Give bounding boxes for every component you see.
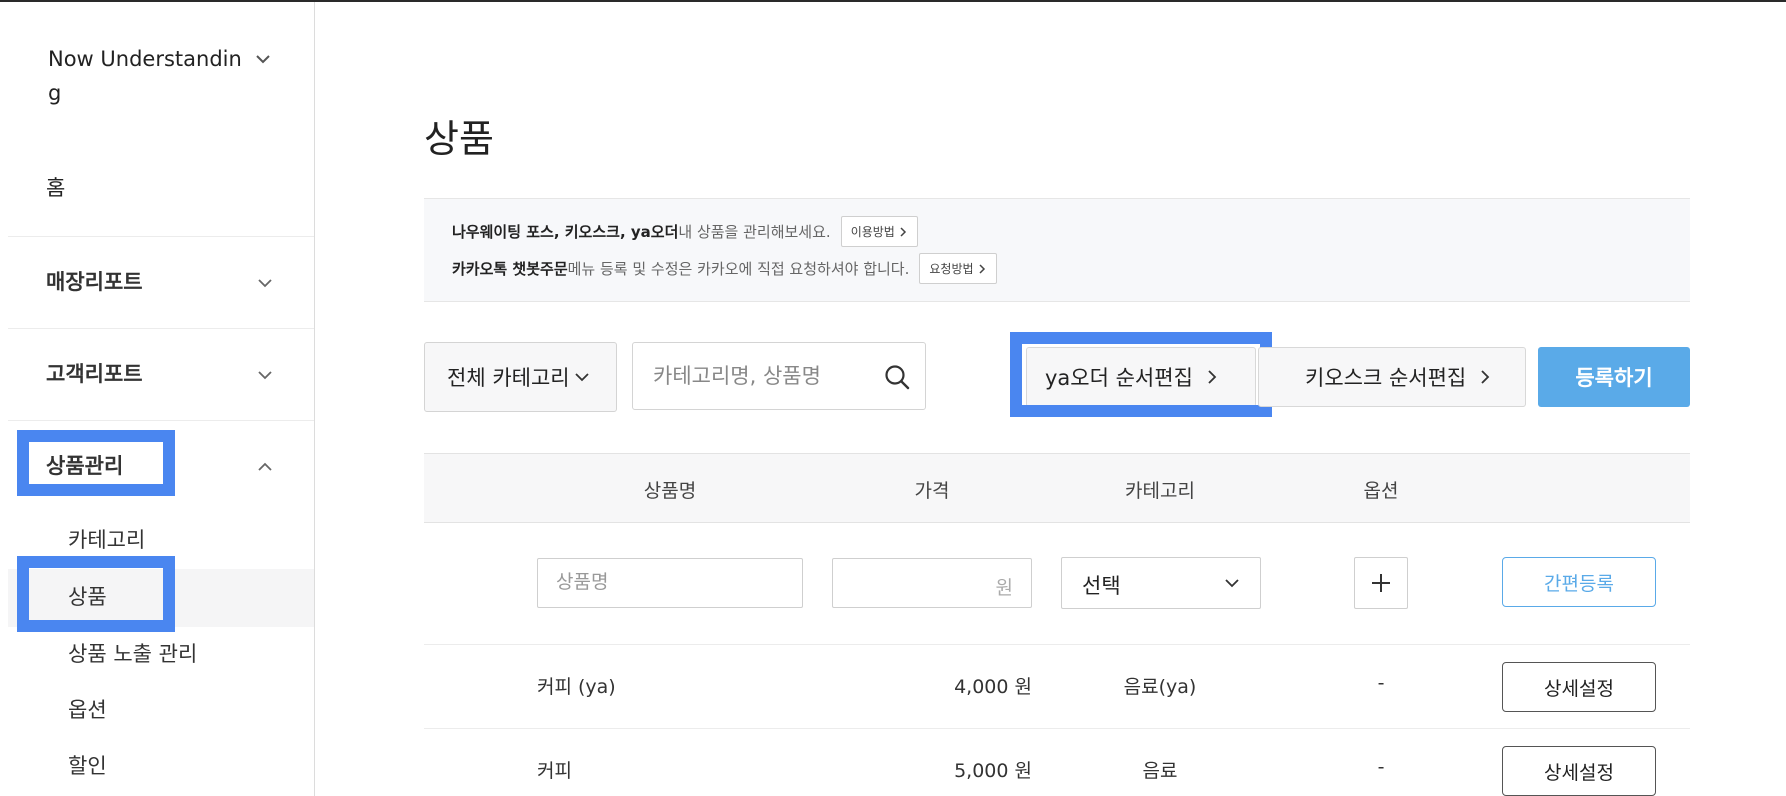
header-price: 가격 bbox=[914, 480, 950, 502]
product-option: - bbox=[1377, 756, 1385, 778]
notice-line-1-bold: 나우웨이팅 포스, 키오스크, ya오더 bbox=[452, 223, 679, 241]
sidebar-item-option[interactable]: 옵션 bbox=[68, 694, 107, 724]
quick-register-button[interactable]: 간편등록 bbox=[1502, 557, 1656, 607]
notice-line-2-bold: 카카오톡 챗봇주문 bbox=[452, 260, 568, 278]
product-price: 5,000 원 bbox=[954, 760, 1032, 782]
notice-line-2-text: 메뉴 등록 및 수정은 카카오에 직접 요청하셔야 합니다. bbox=[567, 260, 910, 278]
chevron-right-icon bbox=[979, 263, 985, 274]
search-icon[interactable] bbox=[883, 363, 911, 391]
chevron-right-icon bbox=[1481, 370, 1490, 384]
sidebar-item-home[interactable]: 홈 bbox=[46, 172, 65, 202]
add-option-button[interactable] bbox=[1354, 557, 1408, 609]
sidebar-item-customer-report[interactable]: 고객리포트 bbox=[46, 358, 143, 388]
how-to-use-label: 이용방법 bbox=[850, 225, 895, 239]
product-name: 커피 (ya) bbox=[537, 676, 616, 698]
page-title: 상품 bbox=[424, 117, 494, 161]
price-field: 원 bbox=[832, 558, 1032, 608]
highlight-ya-order-sort bbox=[1010, 332, 1272, 417]
header-category: 카테고리 bbox=[1125, 480, 1195, 502]
product-name-input[interactable] bbox=[556, 571, 786, 593]
notice-line-2: 카카오톡 챗봇주문 메뉴 등록 및 수정은 카카오에 직접 요청하셔야 합니다.… bbox=[452, 253, 997, 284]
chevron-right-icon bbox=[900, 226, 906, 237]
search-box bbox=[632, 342, 926, 410]
kiosk-order-sort-button[interactable]: 키오스크 순서편집 bbox=[1258, 347, 1526, 407]
table-row: 커피 (ya) 4,000 원 음료(ya) - 상세설정 bbox=[424, 645, 1690, 729]
chevron-up-icon[interactable] bbox=[254, 456, 276, 478]
category-select[interactable]: 선택 bbox=[1061, 557, 1261, 609]
search-input[interactable] bbox=[653, 359, 873, 393]
sidebar-divider bbox=[8, 328, 314, 329]
sidebar-item-category[interactable]: 카테고리 bbox=[68, 524, 145, 554]
sidebar-divider bbox=[8, 420, 314, 421]
chevron-down-icon bbox=[574, 373, 589, 382]
product-name: 커피 bbox=[537, 760, 572, 782]
notice-line-1-text: 내 상품을 관리해보세요. bbox=[678, 223, 831, 241]
notice-banner: 나우웨이팅 포스, 키오스크, ya오더 내 상품을 관리해보세요. 이용방법 … bbox=[424, 198, 1690, 302]
plus-icon bbox=[1372, 574, 1390, 592]
quick-add-row: 원 선택 간편등록 bbox=[424, 523, 1690, 645]
product-option: - bbox=[1377, 672, 1385, 694]
header-name: 상품명 bbox=[643, 480, 697, 502]
highlight-product-management bbox=[17, 430, 175, 496]
price-input[interactable] bbox=[851, 571, 981, 593]
chevron-down-icon[interactable] bbox=[254, 364, 276, 386]
request-method-label: 요청방법 bbox=[929, 262, 974, 276]
chevron-down-icon bbox=[1225, 579, 1239, 588]
header-option: 옵션 bbox=[1363, 480, 1399, 502]
sidebar-item-store-report[interactable]: 매장리포트 bbox=[46, 266, 143, 296]
category-filter-label: 전체 카테고리 bbox=[447, 366, 570, 390]
highlight-product bbox=[17, 556, 175, 632]
sidebar-divider bbox=[8, 236, 314, 237]
sidebar: Now Understanding 홈 매장리포트 고객리포트 상품관리 카테고… bbox=[0, 2, 315, 796]
store-name[interactable]: Now Understanding bbox=[48, 42, 243, 110]
sidebar-item-product-display[interactable]: 상품 노출 관리 bbox=[68, 638, 197, 668]
table-header: 상품명 가격 카테고리 옵션 bbox=[424, 453, 1690, 523]
category-select-value: 선택 bbox=[1082, 574, 1121, 598]
product-category: 음료(ya) bbox=[1123, 676, 1197, 698]
table-row: 커피 5,000 원 음료 - 상세설정 bbox=[424, 729, 1690, 796]
product-price: 4,000 원 bbox=[954, 676, 1032, 698]
how-to-use-button[interactable]: 이용방법 bbox=[840, 216, 918, 247]
sidebar-item-discount[interactable]: 할인 bbox=[68, 750, 107, 780]
price-unit: 원 bbox=[995, 577, 1013, 599]
register-button[interactable]: 등록하기 bbox=[1538, 347, 1690, 407]
detail-settings-button[interactable]: 상세설정 bbox=[1502, 746, 1656, 796]
notice-line-1: 나우웨이팅 포스, 키오스크, ya오더 내 상품을 관리해보세요. 이용방법 bbox=[452, 216, 918, 247]
product-category: 음료 bbox=[1142, 760, 1178, 782]
category-filter-select[interactable]: 전체 카테고리 bbox=[424, 342, 617, 412]
request-method-button[interactable]: 요청방법 bbox=[919, 253, 997, 284]
chevron-down-icon[interactable] bbox=[254, 272, 276, 294]
product-name-field bbox=[537, 558, 803, 608]
detail-settings-button[interactable]: 상세설정 bbox=[1502, 662, 1656, 712]
kiosk-order-sort-label: 키오스크 순서편집 bbox=[1305, 366, 1467, 390]
chevron-down-icon[interactable] bbox=[250, 46, 276, 72]
